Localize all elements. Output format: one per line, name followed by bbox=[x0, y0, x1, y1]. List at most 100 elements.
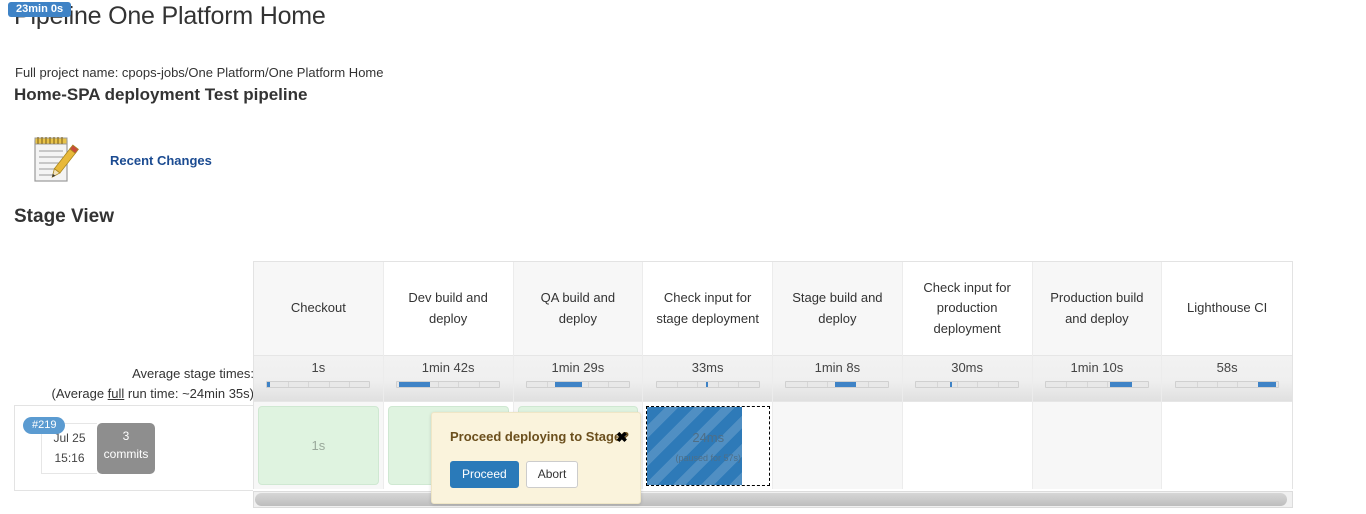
build-row: 1s 24ms (paused for 57s) bbox=[254, 401, 1292, 489]
stage-column-header: Dev build and deploy bbox=[384, 262, 514, 355]
commits-count: 3 bbox=[122, 429, 130, 443]
build-cell-wrap bbox=[1032, 401, 1162, 489]
stage-view-page: Pipeline One Platform Home Full project … bbox=[0, 0, 1366, 514]
stage-column-header: Lighthouse CI bbox=[1162, 262, 1292, 355]
average-time-wrap: 58s bbox=[1162, 355, 1292, 401]
average-time: 1min 29s bbox=[551, 360, 605, 375]
stage-duration-bar bbox=[785, 381, 890, 388]
avg-prefix: (Average bbox=[51, 386, 108, 401]
stage-average-cell: 1min 10s bbox=[1032, 355, 1163, 401]
stage-build-cell bbox=[902, 401, 1033, 489]
average-time-wrap: 30ms bbox=[902, 355, 1032, 401]
stage-duration-bar bbox=[525, 381, 630, 388]
dialog-buttons: Proceed Abort bbox=[450, 461, 579, 488]
empty-stage-cell bbox=[907, 406, 1028, 485]
stage-name: Check input for stage deployment bbox=[656, 290, 759, 326]
average-times-row: 1s 1min 42s 1min 29s 33ms 1min 8s 30ms 1min 10… bbox=[254, 355, 1292, 401]
stage-header-row: Checkout Dev build and deploy QA build and… bbox=[254, 262, 1292, 355]
stage-average-cell: 1min 42s bbox=[383, 355, 514, 401]
stage-average-cell: 33ms bbox=[643, 355, 773, 401]
stage-duration-bar bbox=[1175, 381, 1280, 388]
proceed-button[interactable]: Proceed bbox=[450, 461, 519, 488]
paused-stage-cell[interactable]: 24ms (paused for 57s) bbox=[646, 406, 771, 486]
stage-view-table: Checkout Dev build and deploy QA build and… bbox=[253, 261, 1293, 489]
close-icon[interactable]: ✖ bbox=[616, 430, 628, 444]
commits-label: commits bbox=[103, 447, 149, 461]
stage-duration-bar bbox=[655, 381, 760, 388]
average-time-wrap: 1min 10s bbox=[1032, 355, 1162, 401]
average-run-time-text: (Average full run time: ~24min 35s) bbox=[14, 384, 254, 404]
pipeline-subtitle: Home-SPA deployment Test pipeline bbox=[14, 85, 308, 104]
average-time-wrap: 1min 29s bbox=[513, 355, 643, 401]
average-time: 1s bbox=[311, 360, 326, 375]
avg-suffix: run time: ~24min 35s) bbox=[124, 386, 254, 401]
average-time: 1min 42s bbox=[421, 360, 475, 375]
stage-duration-bar bbox=[1044, 381, 1149, 388]
stage-name: Production build and deploy bbox=[1050, 290, 1144, 326]
scrollbar-thumb[interactable] bbox=[255, 493, 1287, 506]
build-cell-wrap bbox=[902, 401, 1032, 489]
stage-duration-bar bbox=[915, 381, 1020, 388]
paused-labels: 24ms (paused for 57s) bbox=[647, 407, 769, 485]
horizontal-scrollbar[interactable] bbox=[253, 491, 1293, 508]
stage-average-cell: 58s bbox=[1162, 355, 1292, 401]
empty-stage-cell bbox=[777, 406, 898, 485]
stage-average-cell: 1s bbox=[254, 355, 384, 401]
build-commits[interactable]: 3 commits bbox=[97, 423, 155, 474]
paused-note: (paused for 57s) bbox=[675, 452, 742, 463]
stage-duration: 1s bbox=[311, 438, 326, 453]
recent-changes-link[interactable]: Recent Changes bbox=[110, 153, 212, 168]
stage-average-cell: 1min 8s bbox=[773, 355, 903, 401]
recent-changes[interactable]: Recent Changes bbox=[30, 134, 212, 186]
stage-build-cell bbox=[773, 401, 903, 489]
empty-stage-cell bbox=[1166, 406, 1288, 485]
average-time: 1min 8s bbox=[814, 360, 861, 375]
build-cell-wrap bbox=[773, 401, 902, 489]
stage-build-cell: 24ms (paused for 57s) bbox=[643, 401, 773, 489]
success-stage-cell[interactable]: 1s bbox=[258, 406, 379, 485]
stage-name: Check input for production deployment bbox=[923, 280, 1011, 336]
stage-duration: 24ms bbox=[692, 429, 725, 445]
full-run-time-link[interactable]: full bbox=[108, 386, 125, 401]
average-time-wrap: 1s bbox=[254, 355, 383, 401]
stage-column-header: Stage build and deploy bbox=[773, 262, 903, 355]
stage-column-header: Check input for stage deployment bbox=[643, 262, 773, 355]
average-stage-times-label: Average stage times: (Average full run t… bbox=[14, 364, 254, 404]
stage-name: QA build and deploy bbox=[540, 290, 616, 326]
stage-duration-bar bbox=[266, 381, 371, 388]
stage-name: Dev build and deploy bbox=[408, 290, 488, 326]
average-time: 30ms bbox=[951, 360, 984, 375]
average-time: 58s bbox=[1216, 360, 1238, 375]
stage-column-header: Check input for production deployment bbox=[903, 262, 1033, 355]
build-number-badge[interactable]: #219 bbox=[23, 417, 66, 434]
notepad-pencil-icon bbox=[30, 134, 80, 186]
total-run-time-badge[interactable]: 23min 0s bbox=[8, 2, 72, 17]
stage-build-cell: 1s bbox=[254, 401, 384, 489]
average-time-wrap: 1min 8s bbox=[773, 355, 902, 401]
stage-build-cell bbox=[1162, 401, 1292, 489]
stage-column-header: Production build and deploy bbox=[1032, 262, 1163, 355]
abort-button[interactable]: Abort bbox=[525, 461, 579, 488]
input-prompt-dialog: Proceed deploying to Stage? ✖ Proceed Ab… bbox=[431, 412, 641, 504]
stage-column-header: Checkout bbox=[254, 262, 384, 355]
stage-view-heading: Stage View bbox=[14, 206, 114, 227]
average-time-wrap: 33ms bbox=[643, 355, 772, 401]
empty-stage-cell bbox=[1037, 406, 1158, 485]
stage-duration-bar bbox=[396, 381, 501, 388]
build-cell-wrap: 24ms (paused for 57s) bbox=[643, 401, 772, 489]
average-stage-times-text: Average stage times: bbox=[132, 366, 254, 381]
stage-name: Stage build and deploy bbox=[792, 290, 883, 326]
stage-name: Lighthouse CI bbox=[1187, 300, 1268, 316]
full-project-name: Full project name: cpops-jobs/One Platfo… bbox=[15, 65, 384, 80]
stage-name: Checkout bbox=[290, 300, 346, 316]
build-time: 15:16 bbox=[54, 451, 85, 465]
stage-build-cell bbox=[1032, 401, 1163, 489]
stage-column-header: QA build and deploy bbox=[513, 262, 644, 355]
average-time-wrap: 1min 42s bbox=[383, 355, 513, 401]
average-time: 1min 10s bbox=[1070, 360, 1124, 375]
build-cell-wrap bbox=[1162, 401, 1292, 489]
stage-average-cell: 30ms bbox=[902, 355, 1033, 401]
dialog-message: Proceed deploying to Stage? bbox=[450, 429, 630, 444]
average-time: 33ms bbox=[691, 360, 724, 375]
build-row-header: #219 Jul 25 15:16 3 commits bbox=[14, 405, 253, 491]
